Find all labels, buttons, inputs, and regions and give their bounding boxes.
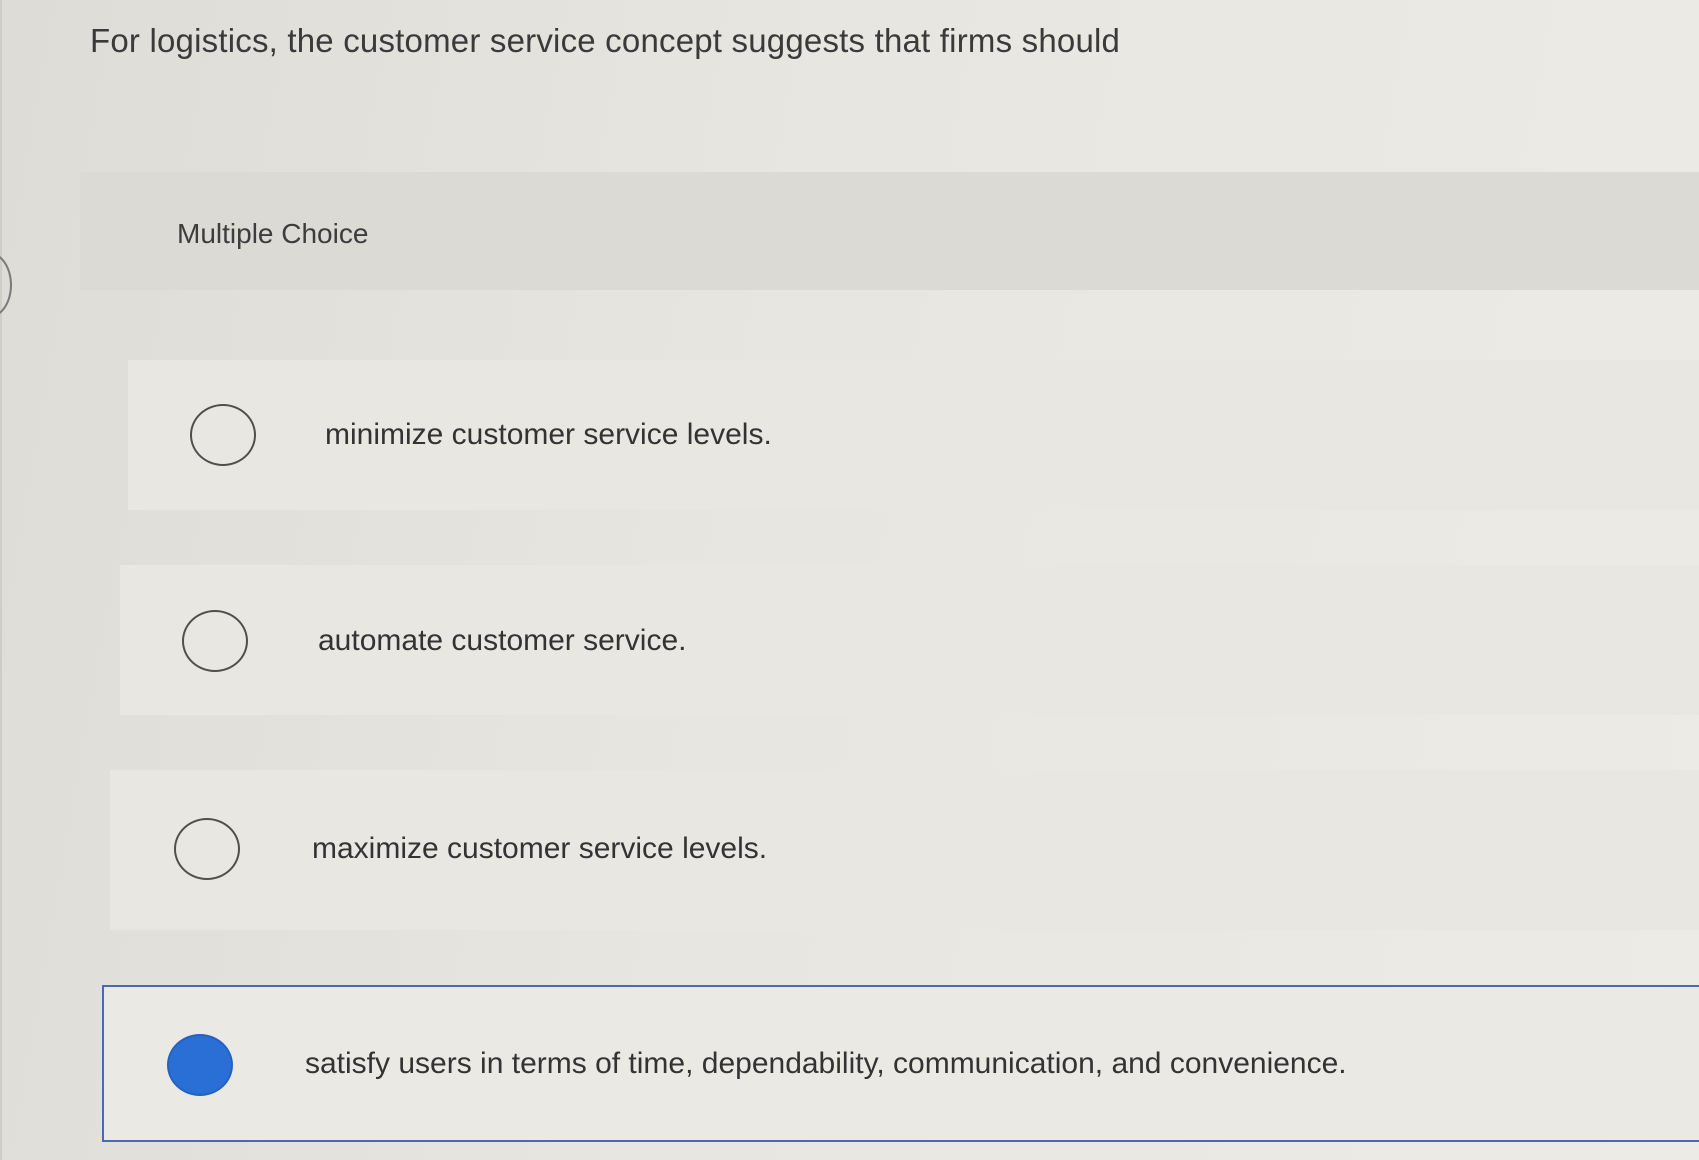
collapse-handle[interactable] (0, 252, 12, 318)
answer-option-3[interactable]: maximize customer service levels. (110, 770, 1699, 930)
multiple-choice-header: Multiple Choice (80, 172, 1699, 290)
answer-option-4[interactable]: satisfy users in terms of time, dependab… (102, 985, 1699, 1142)
radio-button-4-selected[interactable] (167, 1034, 233, 1096)
answer-option-2-label: automate customer service. (318, 624, 687, 657)
answer-option-1-label: minimize customer service levels. (325, 418, 772, 451)
multiple-choice-label: Multiple Choice (177, 218, 369, 249)
answer-option-4-label: satisfy users in terms of time, dependab… (305, 1047, 1347, 1080)
radio-button-2[interactable] (182, 610, 248, 672)
answer-option-3-label: maximize customer service levels. (312, 832, 768, 865)
page-left-edge (0, 0, 2, 1160)
radio-button-3[interactable] (174, 818, 240, 880)
radio-button-1[interactable] (190, 404, 256, 466)
question-text: For logistics, the customer service conc… (90, 22, 1121, 59)
answer-option-1[interactable]: minimize customer service levels. (128, 360, 1699, 510)
answer-option-2[interactable]: automate customer service. (120, 565, 1699, 715)
